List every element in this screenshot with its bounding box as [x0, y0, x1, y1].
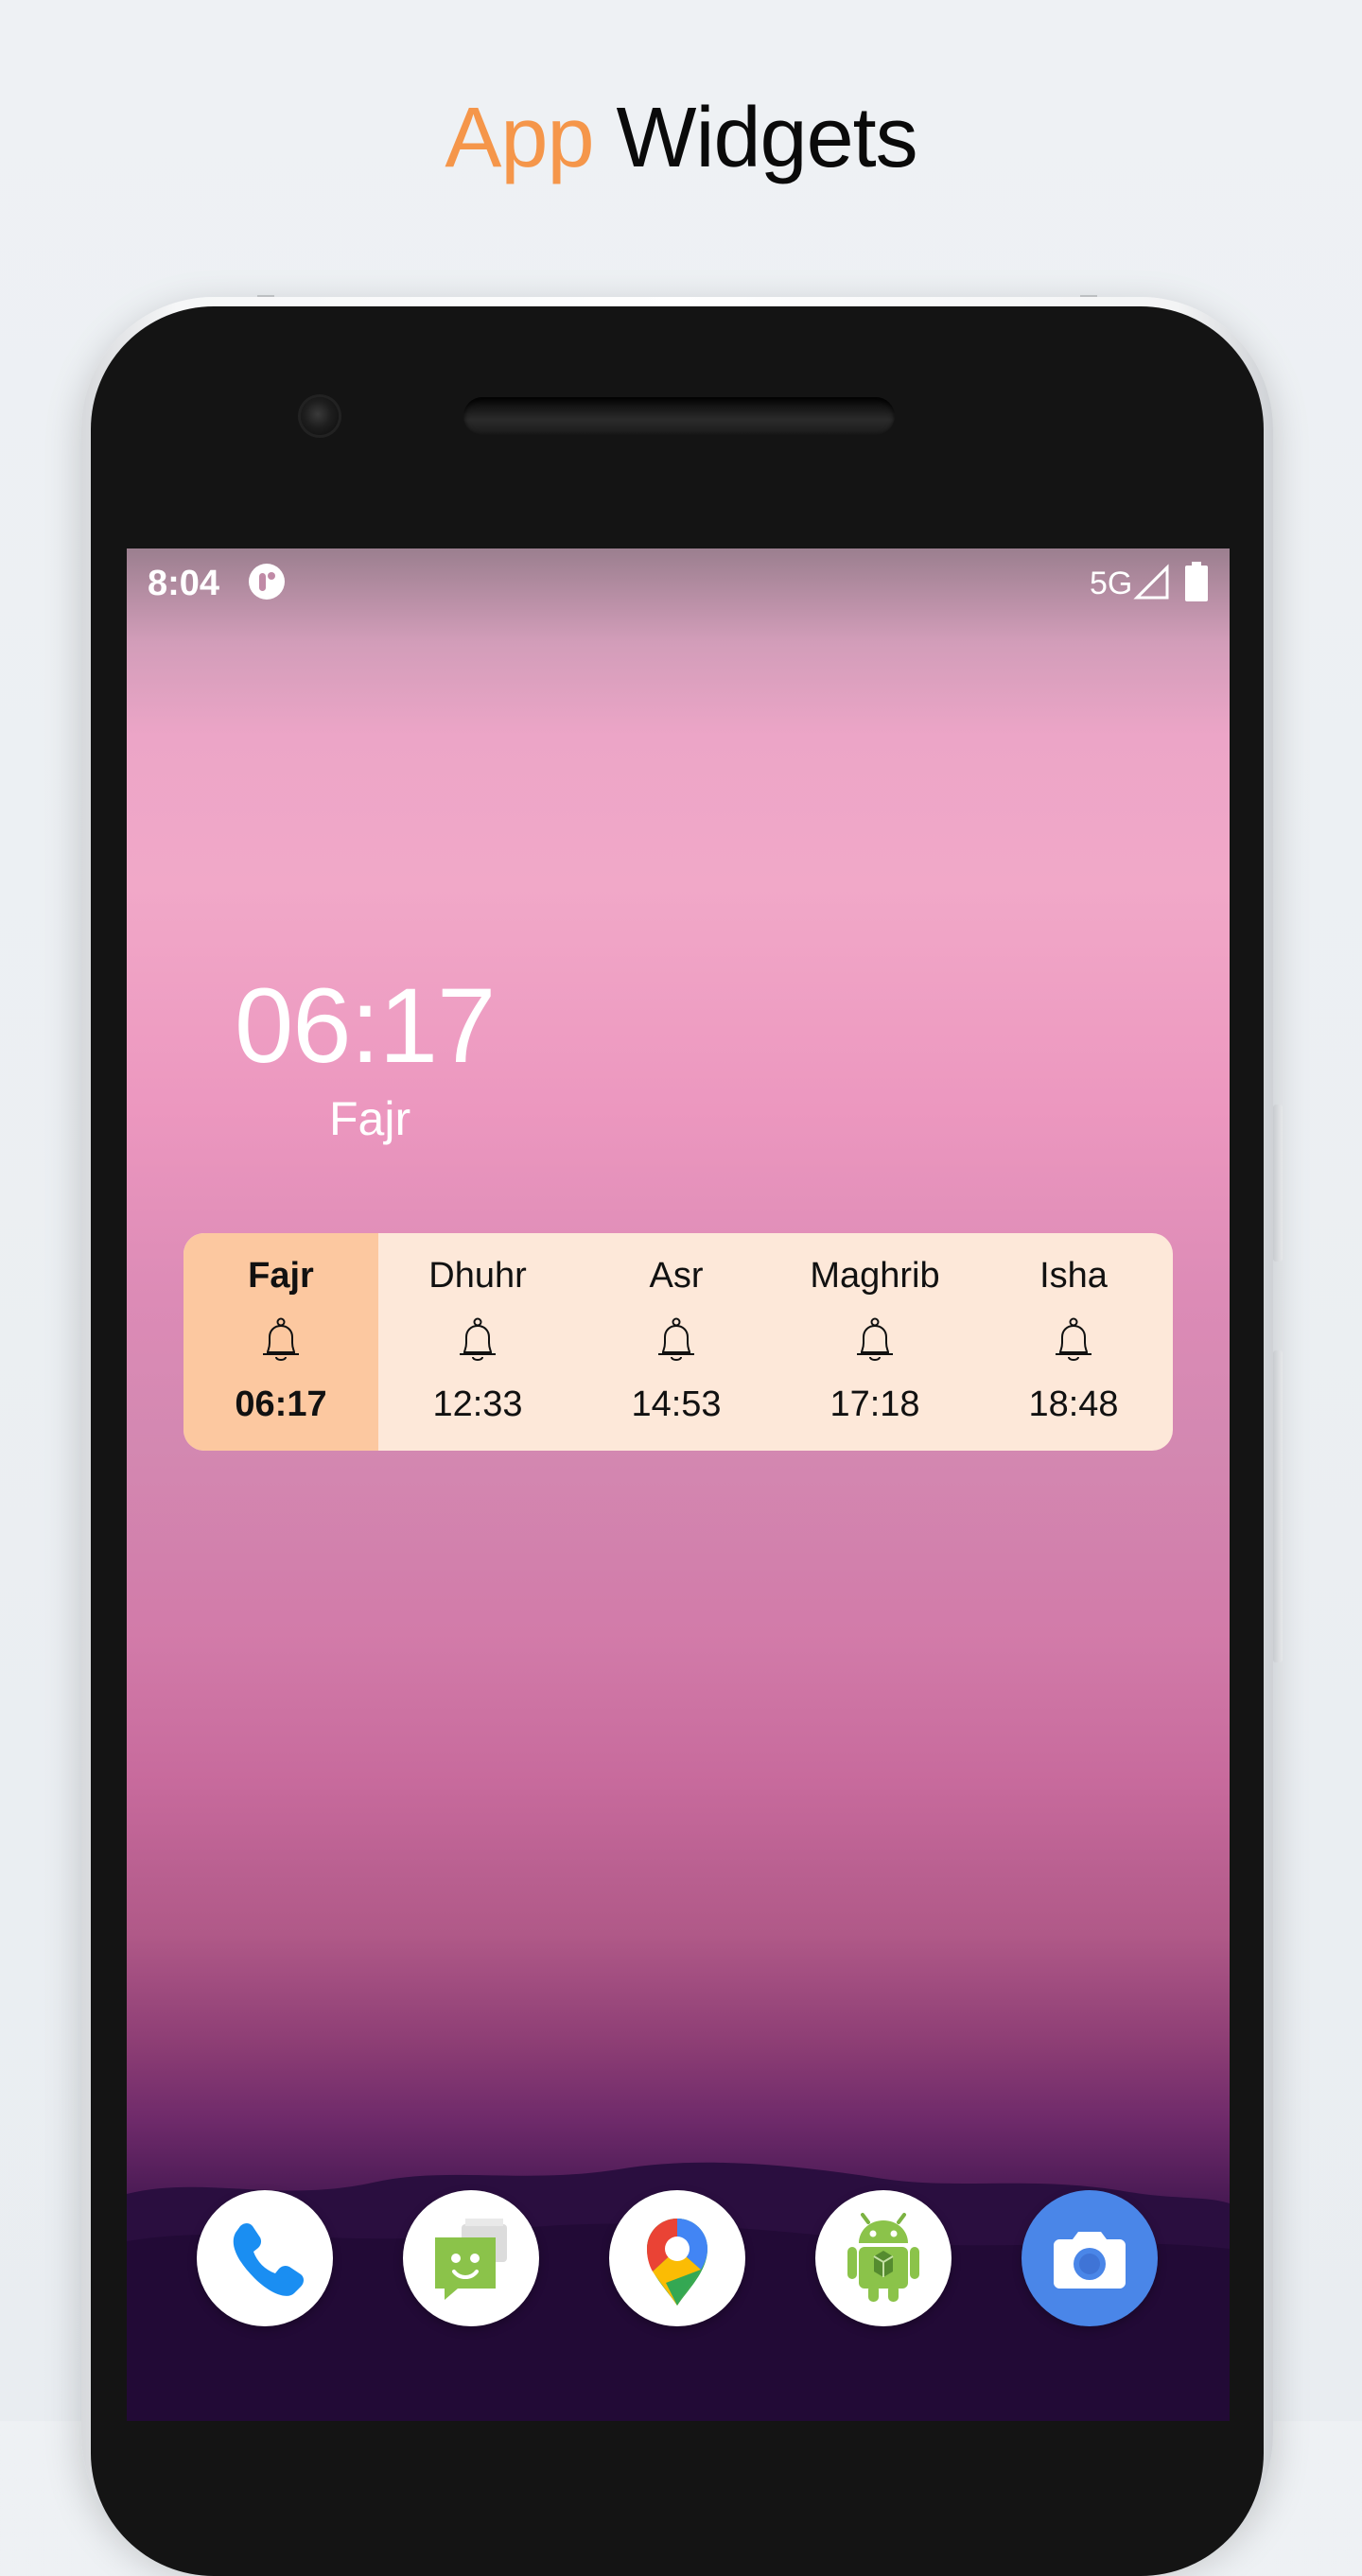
- prayer-name: Dhuhr: [428, 1256, 527, 1296]
- earpiece-speaker: [463, 397, 895, 435]
- prayer-name: Maghrib: [810, 1256, 940, 1296]
- prayer-column-maghrib[interactable]: Maghrib 17:18: [776, 1233, 974, 1451]
- clock-widget-prayer: Fajr: [329, 1092, 411, 1145]
- power-button: [1273, 1350, 1283, 1662]
- network-type: 5G: [1090, 566, 1133, 601]
- maps-app[interactable]: [609, 2190, 745, 2326]
- bell-icon[interactable]: [1047, 1314, 1100, 1367]
- status-bar: 8:04 5G: [127, 548, 1230, 617]
- prayer-time: 12:33: [432, 1384, 523, 1424]
- headline-rest: Widgets: [616, 91, 918, 185]
- bell-icon[interactable]: [848, 1314, 901, 1367]
- phone-icon: [233, 2223, 304, 2296]
- prayer-time: 18:48: [1028, 1384, 1119, 1424]
- clock-widget-time[interactable]: 06:17: [235, 965, 496, 1087]
- headline-accent: App: [445, 91, 594, 185]
- messages-app[interactable]: [403, 2190, 539, 2326]
- front-camera-icon: [301, 397, 339, 435]
- camera-icon: [1054, 2232, 1126, 2289]
- prayer-column-asr[interactable]: Asr 14:53: [577, 1233, 776, 1451]
- bell-icon[interactable]: [451, 1314, 504, 1367]
- bell-icon[interactable]: [650, 1314, 703, 1367]
- bell-icon[interactable]: [254, 1314, 307, 1367]
- headline: App Widgets: [0, 90, 1362, 187]
- phone-app[interactable]: [197, 2190, 333, 2326]
- messages-icon: [435, 2219, 507, 2300]
- prayer-name: Fajr: [248, 1256, 314, 1296]
- prayer-time: 06:17: [235, 1384, 327, 1424]
- prayer-name: Isha: [1039, 1256, 1108, 1296]
- prayer-column-dhuhr[interactable]: Dhuhr 12:33: [378, 1233, 577, 1451]
- app-notification-icon: [249, 564, 285, 600]
- status-time: 8:04: [148, 564, 220, 603]
- prayer-column-isha[interactable]: Isha 18:48: [974, 1233, 1173, 1451]
- android-app-icon: [847, 2213, 919, 2302]
- prayer-time: 17:18: [829, 1384, 920, 1424]
- camera-app[interactable]: [1022, 2190, 1158, 2326]
- battery-icon: [1185, 562, 1208, 601]
- phone-screen: 8:04 5G 06:17 Fajr Fajr 06:17 Dhuhr 12:3…: [127, 548, 1230, 2421]
- android-app[interactable]: [815, 2190, 952, 2326]
- prayer-time: 14:53: [631, 1384, 722, 1424]
- volume-button: [1273, 1105, 1283, 1262]
- app-dock: [127, 2190, 1230, 2326]
- signal-icon: [1133, 564, 1169, 600]
- prayer-times-widget[interactable]: Fajr 06:17 Dhuhr 12:33 Asr 14:53 Maghrib…: [183, 1233, 1173, 1451]
- maps-icon: [647, 2219, 707, 2306]
- prayer-name: Asr: [649, 1256, 704, 1296]
- prayer-column-fajr[interactable]: Fajr 06:17: [183, 1233, 378, 1451]
